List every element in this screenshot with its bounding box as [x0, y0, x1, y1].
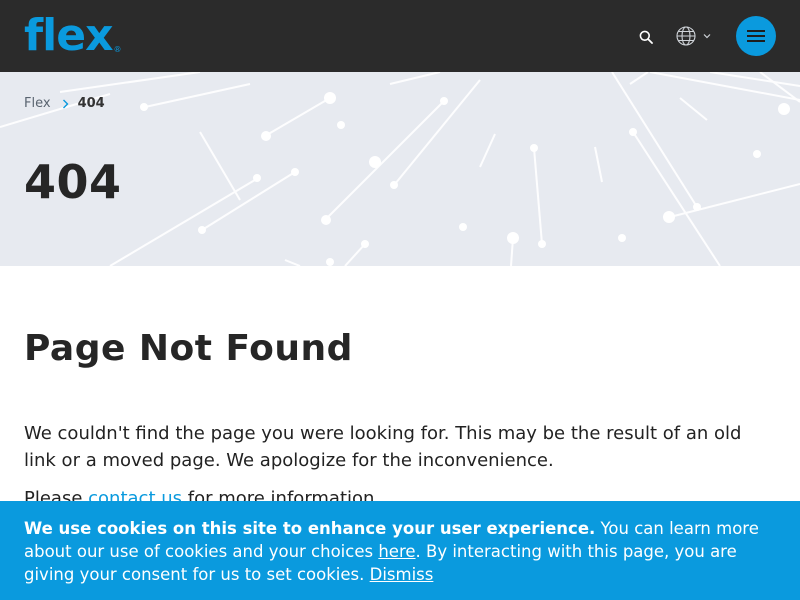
- hero-banner: Flex 404 404: [0, 72, 800, 266]
- hero-title: 404: [24, 155, 122, 209]
- hamburger-menu-icon: [747, 30, 765, 42]
- menu-button[interactable]: [736, 16, 776, 56]
- site-header: flex ®: [0, 0, 800, 72]
- breadcrumb-home-link[interactable]: Flex: [24, 96, 51, 111]
- chevron-down-icon: [703, 34, 711, 39]
- cookie-message: We use cookies on this site to enhance y…: [24, 517, 776, 586]
- search-icon: [639, 30, 653, 44]
- language-selector[interactable]: [675, 24, 715, 48]
- chevron-right-icon: [62, 99, 69, 109]
- search-button[interactable]: [636, 27, 656, 47]
- error-description: We couldn't find the page you were looki…: [24, 423, 742, 471]
- page-title: Page Not Found: [24, 328, 353, 369]
- cookie-dismiss-button[interactable]: Dismiss: [370, 565, 434, 584]
- cookie-headline: We use cookies on this site to enhance y…: [24, 519, 596, 538]
- flex-logo[interactable]: flex ®: [24, 14, 121, 58]
- logo-wordmark: flex: [24, 10, 113, 61]
- cookie-banner: We use cookies on this site to enhance y…: [0, 501, 800, 600]
- breadcrumb: Flex 404: [24, 96, 105, 111]
- logo-registered-mark: ®: [113, 45, 122, 54]
- breadcrumb-current: 404: [77, 96, 105, 111]
- globe-icon: [676, 26, 696, 46]
- cookie-here-link[interactable]: here: [378, 542, 415, 561]
